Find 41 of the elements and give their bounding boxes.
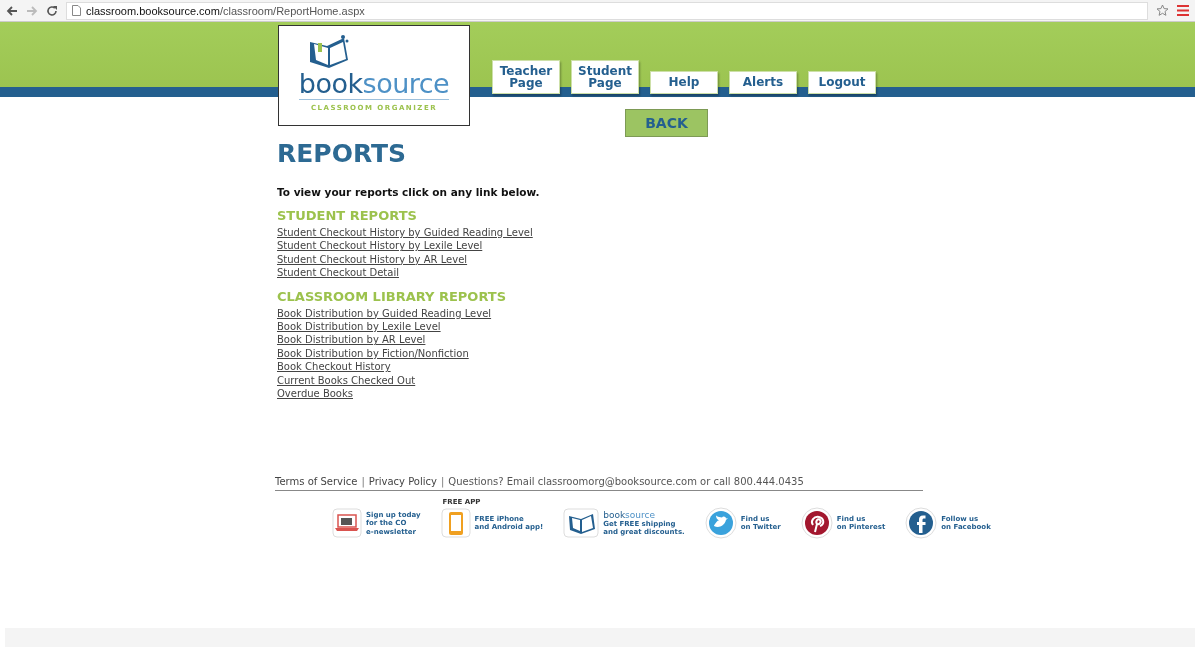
section-heading: CLASSROOM LIBRARY REPORTS bbox=[277, 288, 508, 304]
book-icon bbox=[307, 34, 351, 70]
logo-wordmark: booksource bbox=[298, 70, 450, 100]
intro-text: To view your reports click on any link below. bbox=[277, 186, 541, 198]
page-title: REPORTS bbox=[277, 139, 408, 168]
page-icon bbox=[72, 5, 81, 16]
report-link[interactable]: Current Books Checked Out bbox=[277, 373, 416, 388]
separator: | bbox=[361, 476, 365, 488]
pinterest-icon bbox=[800, 507, 833, 540]
reload-icon[interactable] bbox=[46, 4, 58, 17]
facebook-icon bbox=[905, 507, 938, 540]
brand-wordmark: booksource bbox=[603, 509, 656, 520]
report-link[interactable]: Book Distribution by Fiction/Nonfiction bbox=[277, 346, 469, 361]
laptop-mail-icon bbox=[332, 508, 362, 539]
nav-button[interactable]: Logout bbox=[808, 71, 876, 94]
section-heading: STUDENT REPORTS bbox=[277, 208, 418, 223]
nav-button[interactable]: Teacher Page bbox=[492, 60, 560, 94]
menu-icon[interactable] bbox=[1177, 5, 1189, 16]
nav-button[interactable]: Student Page bbox=[571, 60, 639, 94]
report-link[interactable]: Book Distribution by AR Level bbox=[277, 333, 426, 347]
book-icon bbox=[563, 508, 600, 539]
nav-button[interactable]: Help bbox=[650, 71, 718, 94]
back-icon[interactable] bbox=[6, 5, 18, 16]
separator: | bbox=[440, 476, 445, 488]
nav-button[interactable]: Alerts bbox=[729, 71, 797, 94]
report-link[interactable]: Overdue Books bbox=[277, 387, 353, 401]
url-text: classroom.booksource.com/classroom/ReportHome.aspx bbox=[86, 4, 365, 17]
report-link[interactable]: Student Checkout Detail bbox=[277, 266, 399, 280]
report-link[interactable]: Student Checkout History by Guided Reading Level bbox=[277, 226, 533, 240]
report-link[interactable]: Book Distribution by Lexile Level bbox=[277, 320, 441, 334]
footer-link[interactable]: Terms of Service bbox=[275, 476, 358, 488]
report-link[interactable]: Student Checkout History by AR Level bbox=[277, 252, 468, 267]
report-link[interactable]: Book Checkout History bbox=[277, 360, 391, 374]
report-link[interactable]: Book Distribution by Guided Reading Level bbox=[277, 306, 492, 321]
footer-link[interactable]: Privacy Policy bbox=[368, 476, 437, 488]
star-icon[interactable] bbox=[1156, 4, 1169, 17]
contact-text: Questions? Email classroomorg@booksource.com or call 800.444.0435 bbox=[448, 476, 804, 488]
address-bar[interactable]: classroom.booksource.com/classroom/ReportHome.aspx bbox=[66, 1, 1148, 20]
report-link[interactable]: Student Checkout History by Lexile Level bbox=[277, 239, 483, 253]
phone-icon bbox=[440, 508, 471, 539]
twitter-bird-icon bbox=[704, 507, 737, 540]
